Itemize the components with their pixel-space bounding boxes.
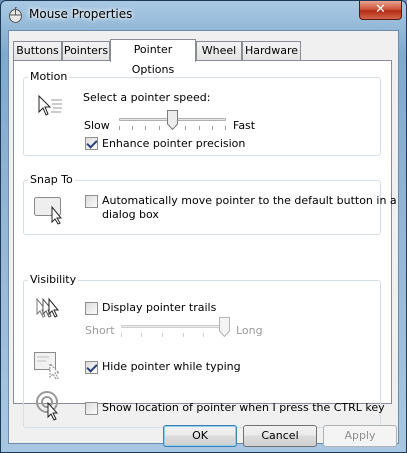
slider-tick (141, 333, 142, 337)
enhance-precision-checkbox[interactable] (85, 137, 98, 150)
slider-tick (121, 333, 122, 337)
slider-tick (185, 126, 186, 130)
speed-slow-label: Slow (84, 119, 110, 132)
slider-tick (162, 333, 163, 337)
snap-to-icon (34, 197, 63, 225)
hide-pointer-icon (34, 352, 61, 380)
enhance-precision-label: Enhance pointer precision (102, 137, 246, 150)
snap-to-label-line1: Automatically move pointer to the defaul… (102, 194, 397, 207)
show-location-checkbox[interactable] (85, 402, 98, 415)
tab-pointers[interactable]: Pointers (62, 41, 110, 60)
hide-while-typing-label: Hide pointer while typing (102, 360, 241, 373)
window-title: Mouse Properties (29, 7, 133, 21)
speed-fast-label: Fast (233, 119, 256, 132)
snap-to-checkbox[interactable] (85, 195, 98, 208)
pointer-trails-label: Display pointer trails (102, 301, 217, 314)
cancel-button[interactable]: Cancel (243, 425, 317, 447)
slider-tick (199, 126, 200, 130)
mouse-properties-window: Mouse Properties ✕ Buttons Pointers Poin… (0, 0, 407, 453)
trail-long-label: Long (236, 324, 263, 337)
pointer-trails-checkbox[interactable] (85, 302, 98, 315)
pointer-options-panel: Motion Select a pointer speed: Slow Fast (13, 60, 397, 428)
motion-group-title: Motion (28, 70, 70, 83)
slider-tick (119, 126, 120, 130)
slider-tick (183, 333, 184, 337)
speed-slider-thumb[interactable] (167, 110, 178, 130)
visibility-group-title: Visibility (28, 273, 79, 286)
tab-pointer-options[interactable]: Pointer Options (110, 39, 196, 76)
trail-slider-track (121, 325, 225, 328)
pointer-speed-icon (38, 94, 62, 116)
tab-hardware[interactable]: Hardware (242, 41, 301, 60)
mouse-icon (9, 7, 22, 23)
apply-button[interactable]: Apply (323, 425, 397, 447)
slider-tick (203, 333, 204, 337)
snap-to-group-title: Snap To (28, 173, 75, 186)
ok-button[interactable]: OK (163, 425, 237, 447)
slider-tick (145, 126, 146, 130)
pointer-speed-slider[interactable] (119, 110, 226, 132)
trail-short-label: Short (85, 324, 115, 337)
snap-to-label-line2: dialog box (102, 208, 159, 221)
snap-to-group: Snap To Automatically move pointer to th… (23, 173, 397, 235)
close-button[interactable]: ✕ (359, 1, 402, 20)
trail-length-slider[interactable] (121, 317, 230, 339)
title-bar[interactable]: Mouse Properties ✕ (1, 1, 406, 29)
slider-tick (132, 126, 133, 130)
show-location-label: Show location of pointer when I press th… (102, 401, 385, 414)
show-location-icon (36, 391, 59, 421)
tab-buttons[interactable]: Buttons (13, 41, 62, 60)
pointer-trails-icon (36, 297, 60, 318)
slider-tick (225, 126, 226, 130)
pointer-speed-label: Select a pointer speed: (83, 91, 211, 104)
hide-while-typing-checkbox[interactable] (85, 361, 98, 374)
slider-tick (159, 126, 160, 130)
dialog-client-area: Buttons Pointers Pointer Options Wheel H… (8, 30, 399, 444)
tab-wheel[interactable]: Wheel (196, 41, 242, 60)
trail-slider-thumb[interactable] (219, 317, 230, 337)
motion-group: Motion Select a pointer speed: Slow Fast (23, 70, 381, 156)
slider-tick (212, 126, 213, 130)
visibility-group: Visibility Display pointer trails Short … (23, 273, 385, 428)
